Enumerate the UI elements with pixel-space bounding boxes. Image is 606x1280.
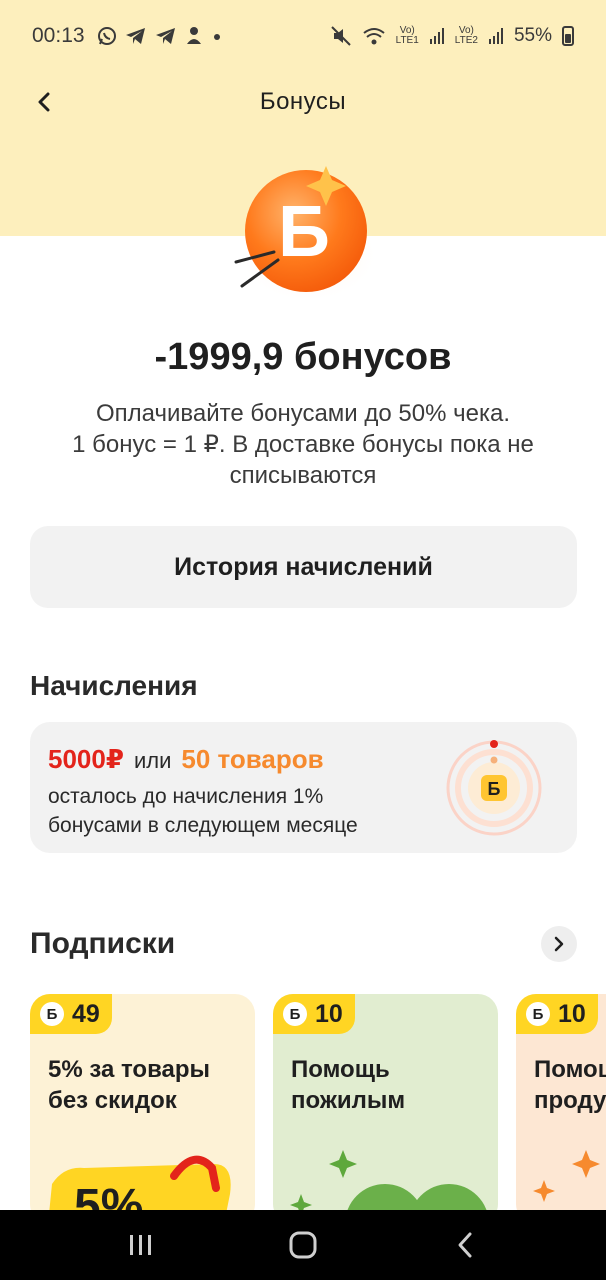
subscription-card[interactable]: Б 10 Помощь пожилым (273, 994, 498, 1210)
accruals-title: Начисления (30, 670, 198, 701)
subscriptions-carousel[interactable]: Б 49 5% за товары без скидок 5% Б 10 Пом… (30, 994, 606, 1210)
telegram-icon (155, 28, 175, 44)
card-title-line1: Помощ (534, 1056, 606, 1083)
app-notification-icon (186, 27, 201, 44)
home-icon (289, 1231, 317, 1259)
lte2-label: Vo) LTE2 (454, 25, 478, 46)
card-title-line1: 5% за товары (48, 1056, 211, 1083)
whatsapp-icon (97, 27, 116, 45)
back-arrow-icon (458, 1232, 472, 1258)
card-title-line2: пожилым (291, 1087, 406, 1114)
coin-letter: Б (278, 192, 330, 272)
status-time: 00:13 (32, 24, 85, 47)
price-tag: Б 10 (516, 994, 598, 1034)
back-button[interactable] (26, 84, 62, 120)
chevron-left-icon (38, 92, 50, 112)
discount-tag-text: 5% (74, 1180, 143, 1210)
recent-apps-button[interactable] (111, 1220, 171, 1270)
price-tag: Б 10 (273, 994, 355, 1034)
discount-tag-illustration: 5% (49, 1155, 231, 1210)
card-title-line2: проду (534, 1087, 606, 1114)
bonus-balance: -1999,9 бонусов (154, 336, 452, 378)
sparkle-illustration (533, 1150, 600, 1202)
battery-percent: 55% (513, 25, 552, 46)
recent-apps-icon (130, 1235, 151, 1255)
mute-icon (330, 26, 351, 46)
system-icons: Vo) LTE1 Vo) LTE2 55% (330, 25, 574, 47)
notification-icons (97, 26, 223, 46)
bonus-letter-icon: Б (283, 1002, 307, 1026)
bonus-letter-icon: Б (526, 1002, 550, 1026)
target-badge-letter: Б (488, 779, 501, 799)
app-header: Бонусы (0, 72, 606, 132)
signal-icon (488, 28, 503, 44)
card-price: 49 (72, 999, 100, 1028)
status-bar: 00:13 Vo) LTE1 Vo) LTE2 55% (0, 0, 606, 72)
card-title-line2: без скидок (48, 1087, 177, 1114)
system-back-button[interactable] (435, 1220, 495, 1270)
system-navigation-bar (0, 1210, 606, 1280)
care-illustration (290, 1150, 487, 1210)
bonus-description: Оплачивайте бонусами до 50% чека. 1 бону… (72, 400, 534, 489)
bonus-letter-icon: Б (40, 1002, 64, 1026)
accrual-goods: 50 товаров (181, 744, 324, 774)
battery-icon (562, 26, 574, 46)
signal-icon (429, 28, 444, 44)
chevron-right-icon (554, 936, 564, 952)
accrual-amount: 5000₽ (48, 744, 124, 774)
accrual-text-line1: осталось до начисления 1% (48, 785, 324, 808)
home-button[interactable] (273, 1220, 333, 1270)
page-title: Бонусы (259, 88, 347, 115)
subscriptions-title: Подписки (30, 927, 176, 960)
accrual-progress-card[interactable]: 5000₽ или 50 товаров осталось до начисле… (30, 722, 577, 853)
more-notifications-dot-icon (213, 34, 220, 40)
history-button[interactable]: История начислений (30, 526, 577, 608)
card-price: 10 (315, 999, 343, 1028)
subscriptions-more-button[interactable] (541, 926, 577, 962)
card-title-line1: Помощь (291, 1056, 390, 1083)
wifi-icon (363, 28, 385, 45)
card-price: 10 (558, 999, 586, 1028)
accrual-or: или (133, 748, 172, 773)
lte1-label: Vo) LTE1 (395, 25, 419, 46)
bonus-coin-illustration: Б (226, 156, 386, 306)
progress-target-icon: Б (444, 738, 544, 838)
subscription-card[interactable]: Б 49 5% за товары без скидок 5% (30, 994, 255, 1210)
price-tag: Б 49 (30, 994, 112, 1034)
subscription-card[interactable]: Б 10 Помощ проду (516, 994, 606, 1210)
accrual-text-line2: бонусами в следующем месяце (48, 814, 358, 837)
telegram-icon (125, 28, 145, 44)
